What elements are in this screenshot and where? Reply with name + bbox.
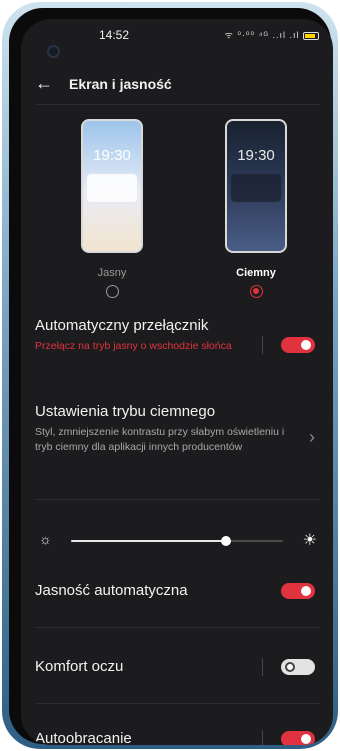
theme-option-dark[interactable]: 19:30 Ciemny	[221, 119, 291, 298]
light-preview-widget	[87, 174, 137, 202]
light-preview-clock: 19:30	[93, 147, 131, 164]
phone-frame: 14:52 ᯤ ⁰·⁰⁰ ⁴ᴳ ..ıl .ıl ← Ekran i jasno…	[2, 2, 338, 749]
dark-mode-settings-title: Ustawienia trybu ciemnego	[35, 403, 216, 420]
light-theme-preview: 19:30	[81, 119, 143, 253]
slider-thumb[interactable]	[220, 536, 231, 546]
dark-preview-clock: 19:30	[237, 147, 275, 164]
auto-rotate-toggle[interactable]	[281, 731, 315, 745]
auto-brightness-title: Jasność automatyczna	[35, 582, 188, 599]
auto-switch-row[interactable]: Automatyczny przełącznik Przełącz na try…	[35, 317, 319, 354]
brightness-high-icon: ☀	[302, 532, 317, 549]
auto-rotate-title: Autoobracanie	[35, 730, 132, 745]
eye-comfort-row[interactable]: Komfort oczu	[35, 658, 319, 676]
separator	[262, 336, 263, 354]
header-divider	[35, 104, 319, 105]
status-bar: 14:52 ᯤ ⁰·⁰⁰ ⁴ᴳ ..ıl .ıl	[21, 19, 333, 45]
dark-mode-settings-row[interactable]: Ustawienia trybu ciemnego Styl, zmniejsz…	[35, 403, 319, 455]
divider	[35, 499, 319, 500]
slider-fill	[71, 540, 226, 542]
auto-brightness-toggle[interactable]	[281, 583, 315, 599]
slider-track[interactable]	[71, 536, 283, 546]
dark-theme-label: Ciemny	[236, 267, 276, 279]
chevron-right-icon: ›	[309, 427, 315, 447]
dark-mode-settings-subtitle: Styl, zmniejszenie kontrastu przy słabym…	[35, 426, 285, 453]
battery-icon	[303, 31, 319, 40]
auto-switch-toggle[interactable]	[281, 337, 315, 353]
divider	[35, 627, 319, 628]
page-title: Ekran i jasność	[69, 76, 172, 92]
brightness-slider[interactable]: ☼ ☀	[35, 530, 319, 550]
auto-brightness-row[interactable]: Jasność automatyczna	[35, 582, 319, 599]
separator	[262, 658, 263, 676]
front-camera	[47, 45, 60, 58]
auto-switch-subtitle: Przełącz na tryb jasny o wschodzie słońc…	[35, 340, 232, 352]
auto-switch-title: Automatyczny przełącznik	[35, 317, 209, 334]
eye-comfort-toggle[interactable]	[281, 659, 315, 675]
theme-option-light[interactable]: 19:30 Jasny	[77, 119, 147, 298]
divider	[35, 703, 319, 704]
dark-theme-radio[interactable]	[249, 285, 263, 298]
separator	[262, 730, 263, 745]
eye-comfort-title: Komfort oczu	[35, 658, 124, 675]
status-time: 14:52	[99, 28, 130, 42]
phone-bezel: 14:52 ᯤ ⁰·⁰⁰ ⁴ᴳ ..ıl .ıl ← Ekran i jasno…	[9, 8, 333, 745]
auto-rotate-row[interactable]: Autoobracanie	[35, 730, 319, 745]
header: ← Ekran i jasność	[21, 73, 333, 101]
light-theme-radio[interactable]	[105, 285, 119, 298]
back-arrow-icon[interactable]: ←	[35, 73, 53, 93]
brightness-low-icon: ☼	[39, 531, 52, 547]
screen: 14:52 ᯤ ⁰·⁰⁰ ⁴ᴳ ..ıl .ıl ← Ekran i jasno…	[21, 19, 333, 745]
signal-icons: ᯤ ⁰·⁰⁰ ⁴ᴳ ..ıl .ıl	[224, 30, 300, 40]
light-theme-label: Jasny	[97, 267, 127, 279]
dark-preview-widget	[231, 174, 281, 202]
dark-theme-preview: 19:30	[225, 119, 287, 253]
status-icons: ᯤ ⁰·⁰⁰ ⁴ᴳ ..ıl .ıl	[225, 28, 319, 41]
